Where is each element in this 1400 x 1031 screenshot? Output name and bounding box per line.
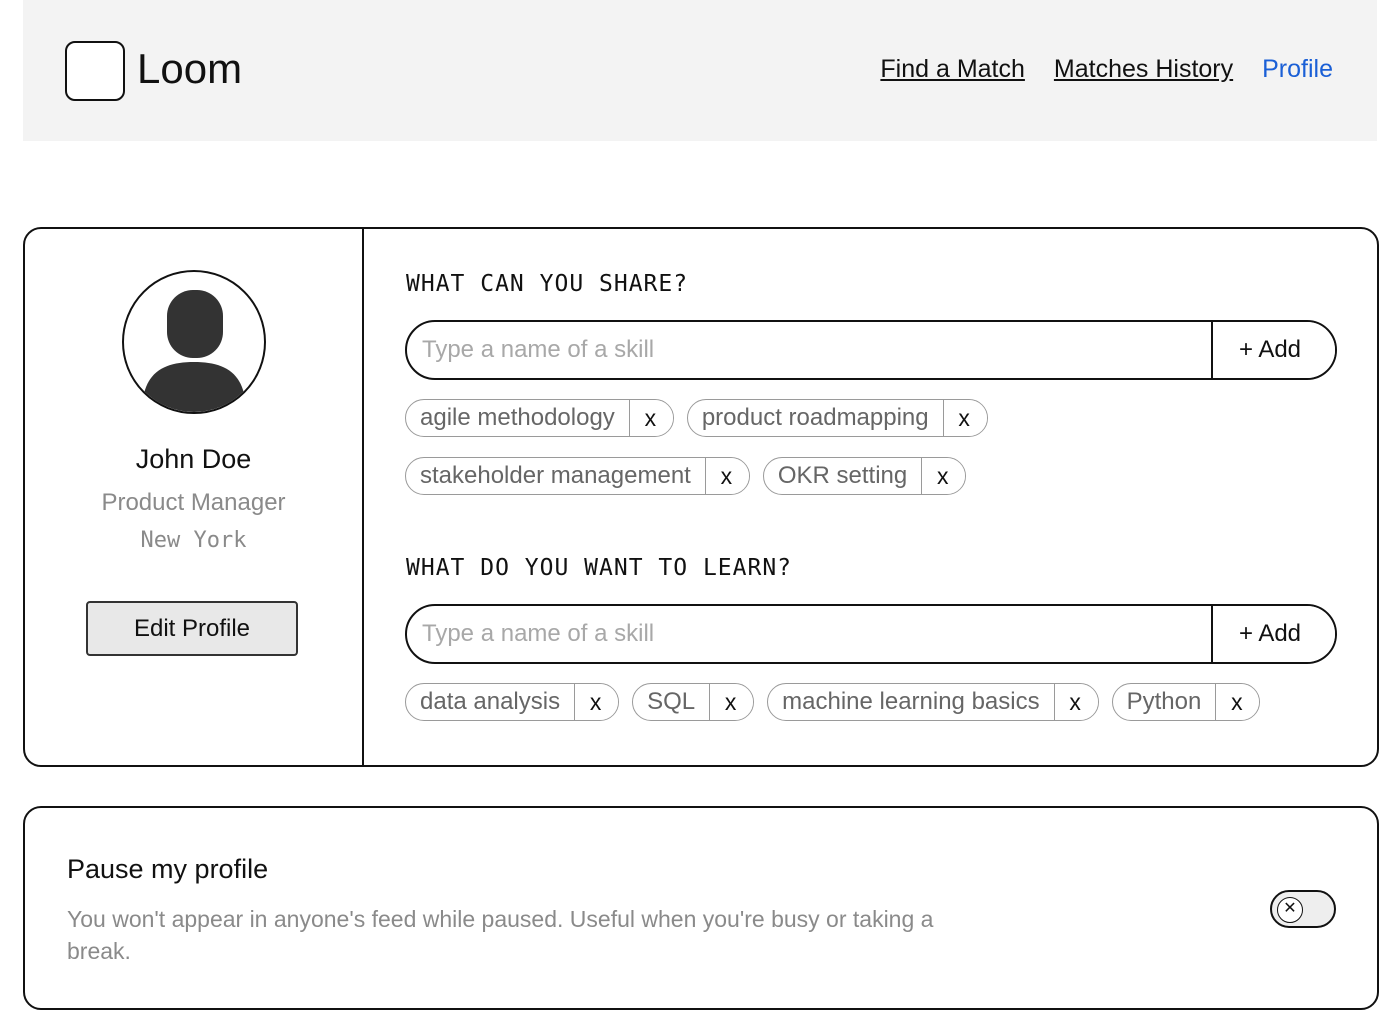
skill-tag: agile methodology x (405, 399, 674, 437)
pause-title: Pause my profile (67, 854, 269, 884)
skill-tag: machine learning basics x (767, 683, 1099, 721)
remove-tag-button[interactable]: x (574, 684, 619, 720)
brand-name[interactable]: Loom (137, 44, 242, 94)
user-avatar-icon (142, 290, 246, 412)
logo-icon[interactable] (65, 41, 125, 101)
pause-toggle[interactable]: ✕ (1270, 890, 1336, 928)
learn-skill-input-row: + Add (405, 604, 1337, 664)
skill-tag: Python x (1111, 683, 1261, 721)
skill-tag-label: SQL (647, 688, 696, 715)
profile-name: John Doe (135, 444, 252, 474)
share-skill-input-row: + Add (405, 320, 1337, 380)
skill-tag-label: stakeholder management (420, 462, 691, 489)
remove-tag-button[interactable]: x (1053, 684, 1098, 720)
learn-add-button[interactable]: + Add (1211, 606, 1335, 662)
remove-tag-button[interactable]: x (1215, 684, 1260, 720)
avatar (122, 270, 266, 414)
skill-tag: data analysis x (405, 683, 620, 721)
remove-tag-button[interactable]: x (704, 458, 749, 494)
learn-skill-input[interactable] (407, 606, 1211, 662)
learn-tag-list: data analysis x SQL x machine learning b… (405, 683, 1345, 721)
share-add-button[interactable]: + Add (1211, 322, 1335, 378)
skills-section: WHAT CAN YOU SHARE? + Add agile methodol… (364, 229, 1377, 765)
skill-tag: OKR setting x (762, 457, 967, 495)
profile-summary: John Doe Product Manager New York Edit P… (25, 229, 364, 765)
x-circle-icon: ✕ (1277, 897, 1303, 923)
remove-tag-button[interactable]: x (628, 400, 673, 436)
nav-profile[interactable]: Profile (1262, 54, 1333, 84)
skill-tag-label: agile methodology (420, 404, 615, 431)
skill-tag-label: product roadmapping (701, 404, 929, 431)
nav-find-a-match[interactable]: Find a Match (880, 54, 1025, 84)
edit-profile-button[interactable]: Edit Profile (86, 601, 298, 656)
main-nav: Find a Match Matches History Profile (880, 54, 1333, 84)
top-header: Loom Find a Match Matches History Profil… (23, 0, 1377, 141)
remove-tag-button[interactable]: x (942, 400, 987, 436)
skill-tag: product roadmapping x (686, 399, 988, 437)
profile-city: New York (140, 528, 247, 553)
skill-tag-label: machine learning basics (782, 688, 1040, 715)
pause-description: You won't appear in anyone's feed while … (67, 906, 934, 964)
skill-tag-label: data analysis (420, 688, 561, 715)
remove-tag-button[interactable]: x (921, 458, 966, 494)
pause-profile-card: Pause my profile You won't appear in any… (23, 806, 1379, 1010)
profile-card: John Doe Product Manager New York Edit P… (23, 227, 1379, 767)
learn-section-title: WHAT DO YOU WANT TO LEARN? (406, 555, 793, 581)
remove-tag-button[interactable]: x (709, 684, 754, 720)
profile-role: Product Manager (101, 489, 286, 516)
nav-matches-history[interactable]: Matches History (1054, 54, 1233, 84)
share-section-title: WHAT CAN YOU SHARE? (406, 271, 689, 297)
share-tag-list: agile methodology x product roadmapping … (405, 399, 1045, 495)
share-skill-input[interactable] (407, 322, 1211, 378)
skill-tag: stakeholder management x (405, 457, 750, 495)
skill-tag-label: Python (1126, 688, 1202, 715)
skill-tag: SQL x (632, 683, 755, 721)
skill-tag-label: OKR setting (777, 462, 908, 489)
